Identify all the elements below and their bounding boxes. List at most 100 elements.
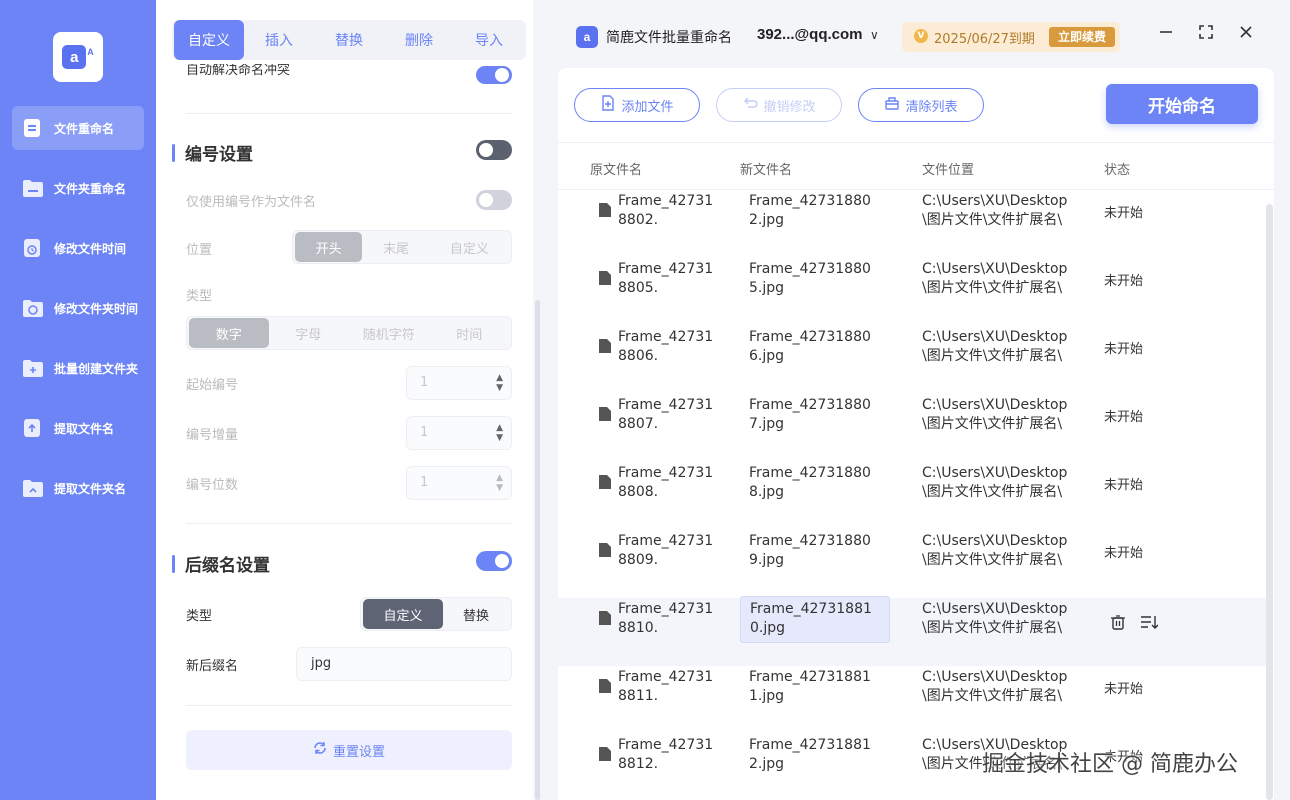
file-icon: [598, 610, 612, 630]
suffix-type-custom[interactable]: 自定义: [363, 599, 443, 629]
table-row[interactable]: Frame_427318809. Frame_427318809.jpg C:\…: [558, 530, 1266, 598]
new-suffix-input[interactable]: jpg: [296, 647, 512, 681]
close-icon[interactable]: [1235, 24, 1257, 45]
status-text: 未开始: [1104, 206, 1144, 221]
divider: [186, 523, 512, 524]
original-name: Frame_427318812.: [618, 737, 714, 772]
table-row[interactable]: Frame_427318802. Frame_427318802.jpg C:\…: [558, 190, 1266, 258]
file-location: C:\Users\XU\Desktop\图片文件\文件扩展名\: [922, 669, 1068, 704]
chevron-down-icon[interactable]: ∨: [870, 28, 879, 42]
column-status[interactable]: 状态: [1104, 159, 1130, 178]
type-label: 类型: [186, 288, 213, 304]
sidebar-item-file-rename[interactable]: 文件重命名: [12, 106, 144, 150]
status-text: 未开始: [1104, 342, 1144, 357]
table-row[interactable]: Frame_427318808. Frame_427318808.jpg C:\…: [558, 462, 1266, 530]
user-account[interactable]: 392...@qq.com: [757, 26, 863, 43]
type-number[interactable]: 数字: [189, 318, 269, 348]
sidebar-item-folder-rename[interactable]: 文件夹重命名: [12, 166, 144, 210]
only-number-label: 仅使用编号作为文件名: [186, 194, 317, 210]
settings-scrollbar-thumb[interactable]: [535, 300, 540, 800]
vip-expiry: 2025/06/27到期: [934, 32, 1035, 47]
original-name: Frame_427318802.: [618, 193, 714, 228]
watermark-text: 掘金技术社区 @ 简鹿办公: [982, 752, 1238, 777]
increment-stepper[interactable]: 1 ▲ ▼: [406, 416, 512, 450]
type-time[interactable]: 时间: [429, 318, 509, 348]
sidebar-item-label: 提取文件夹名: [54, 481, 127, 496]
folder-upload-icon: [22, 478, 44, 498]
folder-plus-icon: [22, 358, 44, 378]
stepper-arrows-icon[interactable]: ▲ ▼: [496, 373, 503, 393]
table-row[interactable]: Frame_427318805. Frame_427318805.jpg C:\…: [558, 258, 1266, 326]
start-rename-button[interactable]: 开始命名: [1106, 84, 1258, 124]
position-label: 位置: [186, 242, 213, 258]
undo-button[interactable]: 撤销修改: [716, 88, 842, 122]
table-scrollbar[interactable]: [1266, 204, 1273, 800]
suffix-type-replace[interactable]: 替换: [443, 599, 509, 629]
table-row[interactable]: Frame_427318811. Frame_427318811.jpg C:\…: [558, 666, 1266, 734]
tab-delete[interactable]: 删除: [384, 20, 454, 60]
file-plus-icon: [600, 95, 616, 115]
status-text: 未开始: [1104, 274, 1144, 289]
digits-stepper[interactable]: 1 ▲ ▼: [406, 466, 512, 500]
reset-settings-button[interactable]: 重置设置: [186, 730, 512, 770]
position-end[interactable]: 末尾: [362, 232, 429, 262]
new-name-editable[interactable]: Frame_427318810.jpg: [740, 596, 890, 643]
status-text: 未开始: [1104, 478, 1144, 493]
original-name: Frame_427318809.: [618, 533, 714, 568]
new-suffix-label: 新后缀名: [186, 658, 239, 674]
add-files-button[interactable]: 添加文件: [574, 88, 700, 122]
file-location: C:\Users\XU\Desktop\图片文件\文件扩展名\: [922, 533, 1068, 568]
sort-list-icon[interactable]: [1140, 614, 1159, 634]
file-icon: [598, 202, 612, 222]
original-name: Frame_427318811.: [618, 669, 714, 704]
original-name: Frame_427318810.: [618, 601, 714, 636]
tab-import[interactable]: 导入: [454, 20, 524, 60]
position-start[interactable]: 开头: [295, 232, 363, 262]
sidebar-item-folder-time[interactable]: 修改文件夹时间: [12, 286, 144, 330]
suffix-section-title: 后缀名设置: [172, 551, 270, 576]
increment-label: 编号增量: [186, 427, 239, 443]
tab-replace[interactable]: 替换: [314, 20, 384, 60]
file-icon: [598, 338, 612, 358]
table-header: 原文件名 新文件名 文件位置 状态: [558, 142, 1274, 190]
new-name: Frame_427318807.jpg: [749, 397, 871, 432]
sidebar-item-file-time[interactable]: 修改文件时间: [12, 226, 144, 270]
start-number-stepper[interactable]: 1 ▲ ▼: [406, 366, 512, 400]
tab-custom[interactable]: 自定义: [174, 20, 244, 60]
file-location: C:\Users\XU\Desktop\图片文件\文件扩展名\: [922, 329, 1068, 364]
app-logo: a A: [53, 32, 103, 82]
sidebar-item-extract-foldername[interactable]: 提取文件夹名: [12, 466, 144, 510]
numbering-toggle[interactable]: [476, 140, 512, 160]
table-row-hovered[interactable]: Frame_427318810. Frame_427318810.jpg C:\…: [558, 596, 1266, 666]
renew-button[interactable]: 立即续费: [1049, 27, 1115, 47]
clear-list-button[interactable]: 清除列表: [858, 88, 984, 122]
original-name: Frame_427318806.: [618, 329, 714, 364]
trash-icon[interactable]: [1110, 614, 1126, 634]
suffix-toggle[interactable]: [476, 551, 512, 571]
type-random[interactable]: 随机字符: [348, 318, 429, 348]
only-number-toggle[interactable]: [476, 190, 512, 210]
table-row[interactable]: Frame_427318806. Frame_427318806.jpg C:\…: [558, 326, 1266, 394]
new-name: Frame_427318809.jpg: [749, 533, 871, 568]
column-original-name[interactable]: 原文件名: [590, 159, 642, 178]
trash-can-icon: [884, 95, 900, 115]
start-number-label: 起始编号: [186, 377, 239, 393]
table-row[interactable]: Frame_427318807. Frame_427318807.jpg C:\…: [558, 394, 1266, 462]
sidebar-item-batch-create-folder[interactable]: 批量创建文件夹: [12, 346, 144, 390]
stepper-arrows-icon[interactable]: ▲ ▼: [496, 473, 503, 493]
type-letter[interactable]: 字母: [269, 318, 349, 348]
sidebar-item-extract-filename[interactable]: 提取文件名: [12, 406, 144, 450]
type-row: 类型: [186, 284, 512, 304]
file-location: C:\Users\XU\Desktop\图片文件\文件扩展名\: [922, 601, 1068, 636]
auto-conflict-toggle[interactable]: [476, 66, 512, 84]
minimize-icon[interactable]: [1155, 24, 1177, 45]
new-name: Frame_427318806.jpg: [749, 329, 871, 364]
position-custom[interactable]: 自定义: [430, 232, 509, 262]
maximize-icon[interactable]: [1195, 24, 1217, 45]
stepper-arrows-icon[interactable]: ▲ ▼: [496, 423, 503, 443]
column-location[interactable]: 文件位置: [922, 159, 974, 178]
digits-label: 编号位数: [186, 477, 239, 493]
file-icon: [598, 270, 612, 290]
tab-insert[interactable]: 插入: [244, 20, 314, 60]
column-new-name[interactable]: 新文件名: [740, 159, 792, 178]
